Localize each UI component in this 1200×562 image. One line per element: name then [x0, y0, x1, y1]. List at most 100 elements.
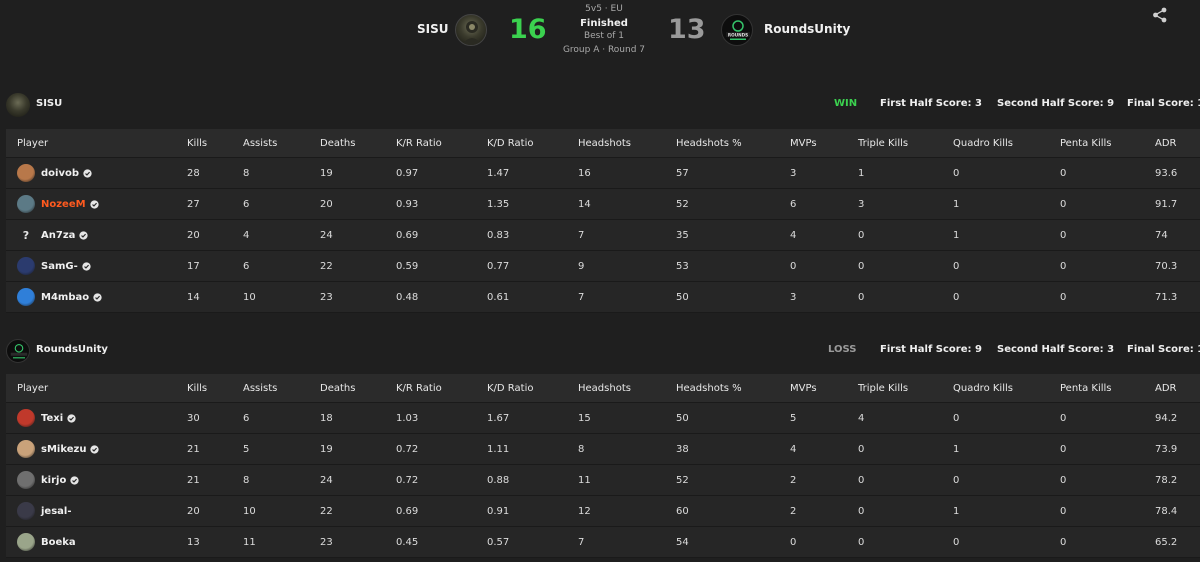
player-name[interactable]: jesal- [41, 506, 72, 517]
column-header-kd-ratio[interactable]: K/D Ratio [487, 129, 533, 157]
column-header-kills[interactable]: Kills [187, 374, 207, 402]
column-header-mvps[interactable]: MVPs [790, 374, 817, 402]
player-avatar[interactable]: ? [17, 226, 35, 244]
player-name[interactable]: Boeka [41, 537, 76, 548]
match-format: 5v5 · EU [585, 4, 623, 14]
stat-penta-kills: 0 [1060, 536, 1067, 548]
column-header-kd-ratio[interactable]: K/D Ratio [487, 374, 533, 402]
stat-triple-kills: 0 [858, 260, 865, 272]
stat-mvps: 2 [790, 505, 797, 517]
player-name[interactable]: sMikezu [41, 444, 86, 455]
team1-small-logo[interactable] [6, 93, 30, 117]
player-row[interactable]: M4mbao 14 10 23 0.48 0.61 7 50 3 0 0 0 71.3 [6, 282, 1200, 313]
column-header-player[interactable]: Player [17, 374, 48, 402]
player-cell[interactable]: jesal- [17, 496, 72, 526]
column-header-deaths[interactable]: Deaths [320, 129, 355, 157]
player-row[interactable]: doivob 28 8 19 0.97 1.47 16 57 3 1 0 0 93.6 [6, 158, 1200, 189]
stat-penta-kills: 0 [1060, 474, 1067, 486]
player-row[interactable]: sMikezu 21 5 19 0.72 1.11 8 38 4 0 1 0 73.9 [6, 434, 1200, 465]
player-name[interactable]: doivob [41, 168, 79, 179]
stat-deaths: 19 [320, 443, 333, 455]
stat-triple-kills: 1 [858, 167, 865, 179]
stat-headshots: 12 [578, 505, 591, 517]
column-header-kr-ratio[interactable]: K/R Ratio [396, 374, 442, 402]
stat-penta-kills: 0 [1060, 260, 1067, 272]
player-cell[interactable]: ? An7za [17, 220, 89, 250]
stat-assists: 6 [243, 198, 250, 210]
column-header-kr-ratio[interactable]: K/R Ratio [396, 129, 442, 157]
team1-name[interactable]: SISU [417, 22, 449, 36]
stat-penta-kills: 0 [1060, 229, 1067, 241]
player-avatar[interactable] [17, 164, 35, 182]
player-row[interactable]: ? An7za 20 4 24 0.69 0.83 7 35 4 0 1 0 74 [6, 220, 1200, 251]
player-avatar[interactable] [17, 257, 35, 275]
player-avatar[interactable] [17, 471, 35, 489]
team2-logo[interactable]: ROUNDS [721, 14, 753, 46]
match-status: Finished [580, 17, 628, 29]
team1-logo[interactable] [455, 14, 487, 46]
column-header-mvps[interactable]: MVPs [790, 129, 817, 157]
column-header-triple-kills[interactable]: Triple Kills [858, 374, 908, 402]
player-name[interactable]: M4mbao [41, 292, 89, 303]
column-header-adr[interactable]: ADR [1155, 129, 1177, 157]
team2-name[interactable]: RoundsUnity [764, 22, 850, 36]
player-name[interactable]: SamG- [41, 261, 78, 272]
team1-stats-table: Player Kills Assists Deaths K/R Ratio K/D Rat… [6, 129, 1200, 313]
player-avatar[interactable] [17, 195, 35, 213]
player-cell[interactable]: doivob [17, 158, 92, 188]
player-avatar[interactable] [17, 288, 35, 306]
column-header-player[interactable]: Player [17, 129, 48, 157]
column-header-quadro-kills[interactable]: Quadro Kills [953, 129, 1013, 157]
column-header-adr[interactable]: ADR [1155, 374, 1177, 402]
stat-kd-ratio: 1.11 [487, 443, 510, 455]
player-cell[interactable]: kirjo [17, 465, 79, 495]
player-name[interactable]: NozeeM [41, 199, 86, 210]
player-row[interactable]: jesal- 20 10 22 0.69 0.91 12 60 2 0 1 0 78.4 [6, 496, 1200, 527]
column-header-headshots[interactable]: Headshots [578, 129, 631, 157]
player-name[interactable]: An7za [41, 230, 75, 241]
player-cell[interactable]: Boeka [17, 527, 76, 557]
player-cell[interactable]: NozeeM [17, 189, 99, 219]
column-header-headshots[interactable]: Headshots [578, 374, 631, 402]
stat-headshots: 7 [578, 229, 585, 241]
column-header-triple-kills[interactable]: Triple Kills [858, 129, 908, 157]
stat-adr: 74 [1155, 229, 1168, 241]
team1-final-score: Final Score: 16 [1127, 98, 1200, 109]
share-icon[interactable] [1151, 6, 1169, 24]
player-row[interactable]: NozeeM 27 6 20 0.93 1.35 14 52 6 3 1 0 91.7 [6, 189, 1200, 220]
stat-mvps: 0 [790, 260, 797, 272]
player-avatar[interactable] [17, 409, 35, 427]
player-cell[interactable]: sMikezu [17, 434, 100, 464]
player-row[interactable]: kirjo 21 8 24 0.72 0.88 11 52 2 0 0 0 78.2 [6, 465, 1200, 496]
player-row[interactable]: Boeka 13 11 23 0.45 0.57 7 54 0 0 0 0 65.2 [6, 527, 1200, 558]
column-header-assists[interactable]: Assists [243, 129, 277, 157]
player-avatar[interactable] [17, 533, 35, 551]
column-header-headshots-pct[interactable]: Headshots % [676, 374, 742, 402]
column-header-penta-kills[interactable]: Penta Kills [1060, 129, 1112, 157]
team1-score: 16 [509, 14, 547, 45]
stat-deaths: 24 [320, 229, 333, 241]
column-header-headshots-pct[interactable]: Headshots % [676, 129, 742, 157]
stat-kr-ratio: 0.97 [396, 167, 419, 179]
team2-bar-name[interactable]: RoundsUnity [36, 344, 108, 355]
player-avatar[interactable] [17, 440, 35, 458]
column-header-assists[interactable]: Assists [243, 374, 277, 402]
player-row[interactable]: SamG- 17 6 22 0.59 0.77 9 53 0 0 0 0 70.3 [6, 251, 1200, 282]
player-cell[interactable]: M4mbao [17, 282, 102, 312]
team2-small-logo[interactable] [6, 339, 30, 363]
stat-deaths: 23 [320, 291, 333, 303]
column-header-deaths[interactable]: Deaths [320, 374, 355, 402]
player-row[interactable]: Texi 30 6 18 1.03 1.67 15 50 5 4 0 0 94.2 [6, 403, 1200, 434]
player-avatar[interactable] [17, 502, 35, 520]
stat-quadro-kills: 0 [953, 474, 960, 486]
player-cell[interactable]: Texi [17, 403, 76, 433]
player-name[interactable]: kirjo [41, 475, 66, 486]
player-cell[interactable]: SamG- [17, 251, 91, 281]
column-header-penta-kills[interactable]: Penta Kills [1060, 374, 1112, 402]
team1-bar-name[interactable]: SISU [36, 98, 62, 109]
player-name[interactable]: Texi [41, 413, 63, 424]
stat-mvps: 2 [790, 474, 797, 486]
column-header-kills[interactable]: Kills [187, 129, 207, 157]
stat-headshots: 8 [578, 443, 585, 455]
column-header-quadro-kills[interactable]: Quadro Kills [953, 374, 1013, 402]
